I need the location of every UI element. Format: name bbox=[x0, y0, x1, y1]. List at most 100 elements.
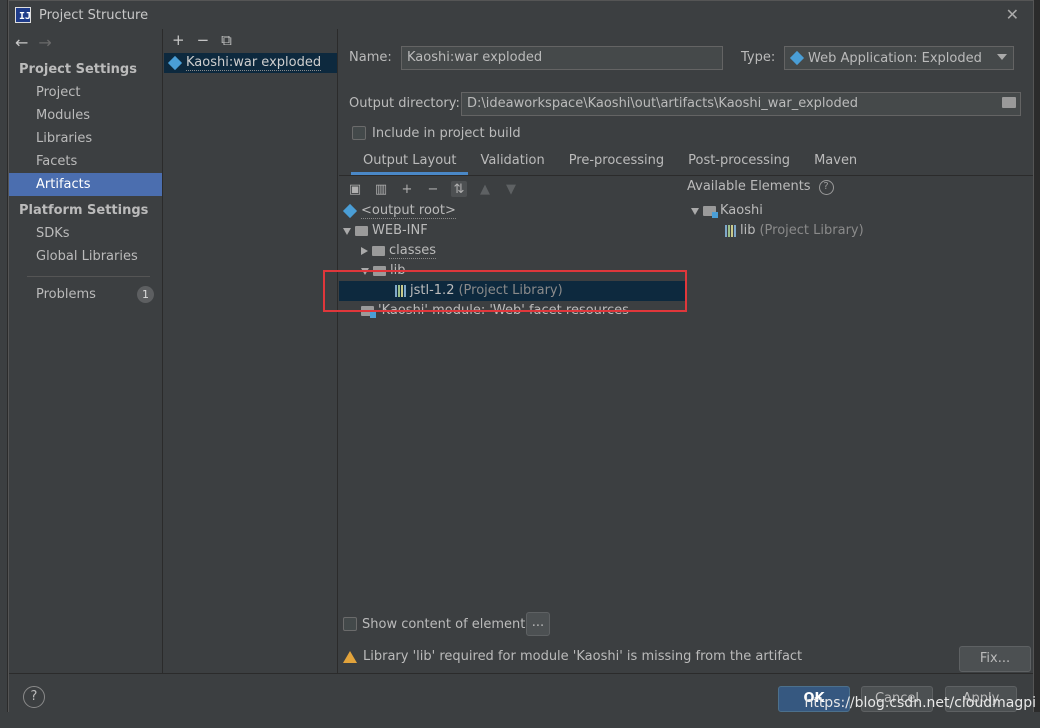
tab-post-processing[interactable]: Post-processing bbox=[676, 149, 802, 175]
expand-down-icon[interactable] bbox=[691, 207, 699, 215]
folder-icon bbox=[372, 246, 385, 256]
tree-jstl-library[interactable]: jstl-1.2 (Project Library) bbox=[339, 281, 686, 301]
back-arrow-icon[interactable]: ← bbox=[15, 33, 28, 52]
artifact-settings-panel: Name: Kaoshi:war exploded Type: Web Appl… bbox=[323, 29, 1033, 673]
facet-resources-icon bbox=[361, 306, 376, 318]
problems-label: Problems bbox=[36, 287, 96, 302]
available-elements-header: Available Elements ? bbox=[687, 177, 834, 197]
module-icon bbox=[703, 206, 718, 218]
artifacts-list-panel: + − ⧉ Kaoshi:war exploded bbox=[164, 29, 338, 673]
output-root-label: <output root> bbox=[361, 203, 456, 219]
dialog-titlebar: IJ Project Structure ✕ bbox=[9, 1, 1033, 29]
watermark-text: https://blog.csdn.net/cloudmagpi bbox=[804, 695, 1036, 711]
tab-output-layout[interactable]: Output Layout bbox=[351, 149, 469, 175]
output-layout-toolbar: ▣ ▥ + − ⇅ ▲ ▼ bbox=[347, 179, 519, 199]
available-elements-label: Available Elements bbox=[687, 179, 811, 194]
move-up-icon[interactable]: ▲ bbox=[477, 181, 493, 197]
output-directory-label: Output directory: bbox=[349, 96, 460, 111]
remove-icon[interactable]: − bbox=[197, 31, 210, 49]
tree-web-inf[interactable]: WEB-INF bbox=[343, 221, 428, 241]
remove-element-icon[interactable]: − bbox=[425, 181, 441, 197]
sidebar-item-problems[interactable]: Problems 1 bbox=[9, 283, 162, 306]
expand-right-icon[interactable] bbox=[361, 247, 368, 255]
move-down-icon[interactable]: ▼ bbox=[503, 181, 519, 197]
sidebar-item-sdks[interactable]: SDKs bbox=[9, 222, 162, 245]
expand-down-icon[interactable] bbox=[343, 227, 351, 235]
tree-facet-resources[interactable]: 'Kaoshi' module: 'Web' facet resources bbox=[361, 301, 629, 321]
chevron-down-icon bbox=[997, 54, 1007, 60]
more-options-button[interactable]: ... bbox=[526, 612, 550, 636]
dialog-title: Project Structure bbox=[39, 7, 149, 23]
tree-lib[interactable]: lib bbox=[361, 261, 405, 281]
project-structure-dialog: IJ Project Structure ✕ ← → Project Setti… bbox=[8, 0, 1034, 713]
new-directory-icon[interactable]: ▣ bbox=[347, 181, 363, 197]
add-icon[interactable]: + bbox=[172, 31, 185, 49]
lib-label: lib bbox=[390, 263, 406, 278]
web-app-icon bbox=[789, 50, 805, 66]
help-icon[interactable]: ? bbox=[818, 179, 834, 195]
facet-resources-label: 'Kaoshi' module: 'Web' facet resources bbox=[378, 303, 629, 318]
tabs-divider bbox=[339, 175, 1033, 176]
output-directory-input[interactable]: D:\ideaworkspace\Kaoshi\out\artifacts\Ka… bbox=[461, 92, 1021, 116]
web-artifact-icon bbox=[167, 55, 183, 71]
sidebar-item-modules[interactable]: Modules bbox=[9, 104, 162, 127]
classes-label: classes bbox=[389, 243, 437, 259]
jstl-note: (Project Library) bbox=[458, 283, 563, 298]
sidebar-item-libraries[interactable]: Libraries bbox=[9, 127, 162, 150]
warning-icon bbox=[343, 650, 357, 663]
artifact-item[interactable]: Kaoshi:war exploded bbox=[164, 53, 337, 73]
name-label: Name: bbox=[349, 50, 392, 65]
artifacts-toolbar: + − ⧉ bbox=[164, 29, 337, 51]
jstl-name: jstl-1.2 bbox=[410, 283, 455, 298]
available-lib[interactable]: lib (Project Library) bbox=[725, 221, 864, 241]
forward-arrow-icon[interactable]: → bbox=[38, 33, 51, 52]
tree-classes[interactable]: classes bbox=[361, 241, 437, 261]
project-settings-header: Project Settings bbox=[19, 62, 137, 77]
web-inf-label: WEB-INF bbox=[372, 223, 428, 238]
sidebar-item-facets[interactable]: Facets bbox=[9, 150, 162, 173]
output-directory-value: D:\ideaworkspace\Kaoshi\out\artifacts\Ka… bbox=[467, 96, 858, 111]
tab-validation[interactable]: Validation bbox=[468, 149, 556, 175]
sidebar-item-project[interactable]: Project bbox=[9, 81, 162, 104]
include-build-label: Include in project build bbox=[372, 126, 521, 141]
help-circle-icon[interactable]: ? bbox=[23, 686, 45, 708]
type-label: Type: bbox=[741, 50, 776, 65]
problems-count-badge: 1 bbox=[137, 286, 154, 303]
settings-sidebar: ← → Project Settings Project Modules Lib… bbox=[9, 29, 163, 673]
name-input[interactable]: Kaoshi:war exploded bbox=[401, 46, 723, 70]
add-copy-icon[interactable]: + bbox=[399, 181, 415, 197]
type-select[interactable]: Web Application: Exploded bbox=[784, 46, 1014, 70]
sidebar-item-global-libraries[interactable]: Global Libraries bbox=[9, 245, 162, 268]
nav-arrows: ← → bbox=[9, 29, 162, 55]
include-build-checkbox[interactable] bbox=[352, 126, 366, 140]
tab-pre-processing[interactable]: Pre-processing bbox=[557, 149, 676, 175]
tab-maven[interactable]: Maven bbox=[802, 149, 869, 175]
fix-button[interactable]: Fix... bbox=[959, 646, 1031, 672]
library-icon bbox=[725, 225, 736, 237]
background-ide-statusbar bbox=[0, 712, 1040, 728]
warning-row: Library 'lib' required for module 'Kaosh… bbox=[343, 649, 802, 664]
sidebar-item-artifacts[interactable]: Artifacts bbox=[9, 173, 162, 196]
available-module-label: Kaoshi bbox=[720, 203, 763, 218]
type-select-value: Web Application: Exploded bbox=[808, 50, 982, 66]
folder-icon bbox=[373, 266, 386, 276]
tree-output-root[interactable]: <output root> bbox=[342, 201, 456, 221]
create-archive-icon[interactable]: ▥ bbox=[373, 181, 389, 197]
background-ide-strip bbox=[0, 0, 8, 728]
artifact-item-label: Kaoshi:war exploded bbox=[186, 55, 322, 71]
sort-elements-icon[interactable]: ⇅ bbox=[451, 181, 467, 197]
library-icon bbox=[395, 285, 406, 297]
artifact-tabs: Output Layout Validation Pre-processing … bbox=[351, 149, 869, 175]
available-module-kaoshi[interactable]: Kaoshi bbox=[691, 201, 763, 221]
show-content-checkbox[interactable] bbox=[343, 617, 357, 631]
expand-down-icon[interactable] bbox=[361, 267, 369, 275]
folder-browse-icon[interactable] bbox=[1002, 97, 1016, 108]
available-lib-name: lib bbox=[740, 223, 756, 238]
platform-settings-header: Platform Settings bbox=[19, 203, 149, 218]
output-root-icon bbox=[342, 203, 358, 219]
show-content-label: Show content of elements bbox=[362, 617, 533, 632]
close-icon[interactable]: ✕ bbox=[1006, 5, 1019, 24]
copy-icon[interactable]: ⧉ bbox=[221, 31, 232, 49]
available-lib-note: (Project Library) bbox=[759, 223, 864, 238]
folder-icon bbox=[355, 226, 368, 236]
